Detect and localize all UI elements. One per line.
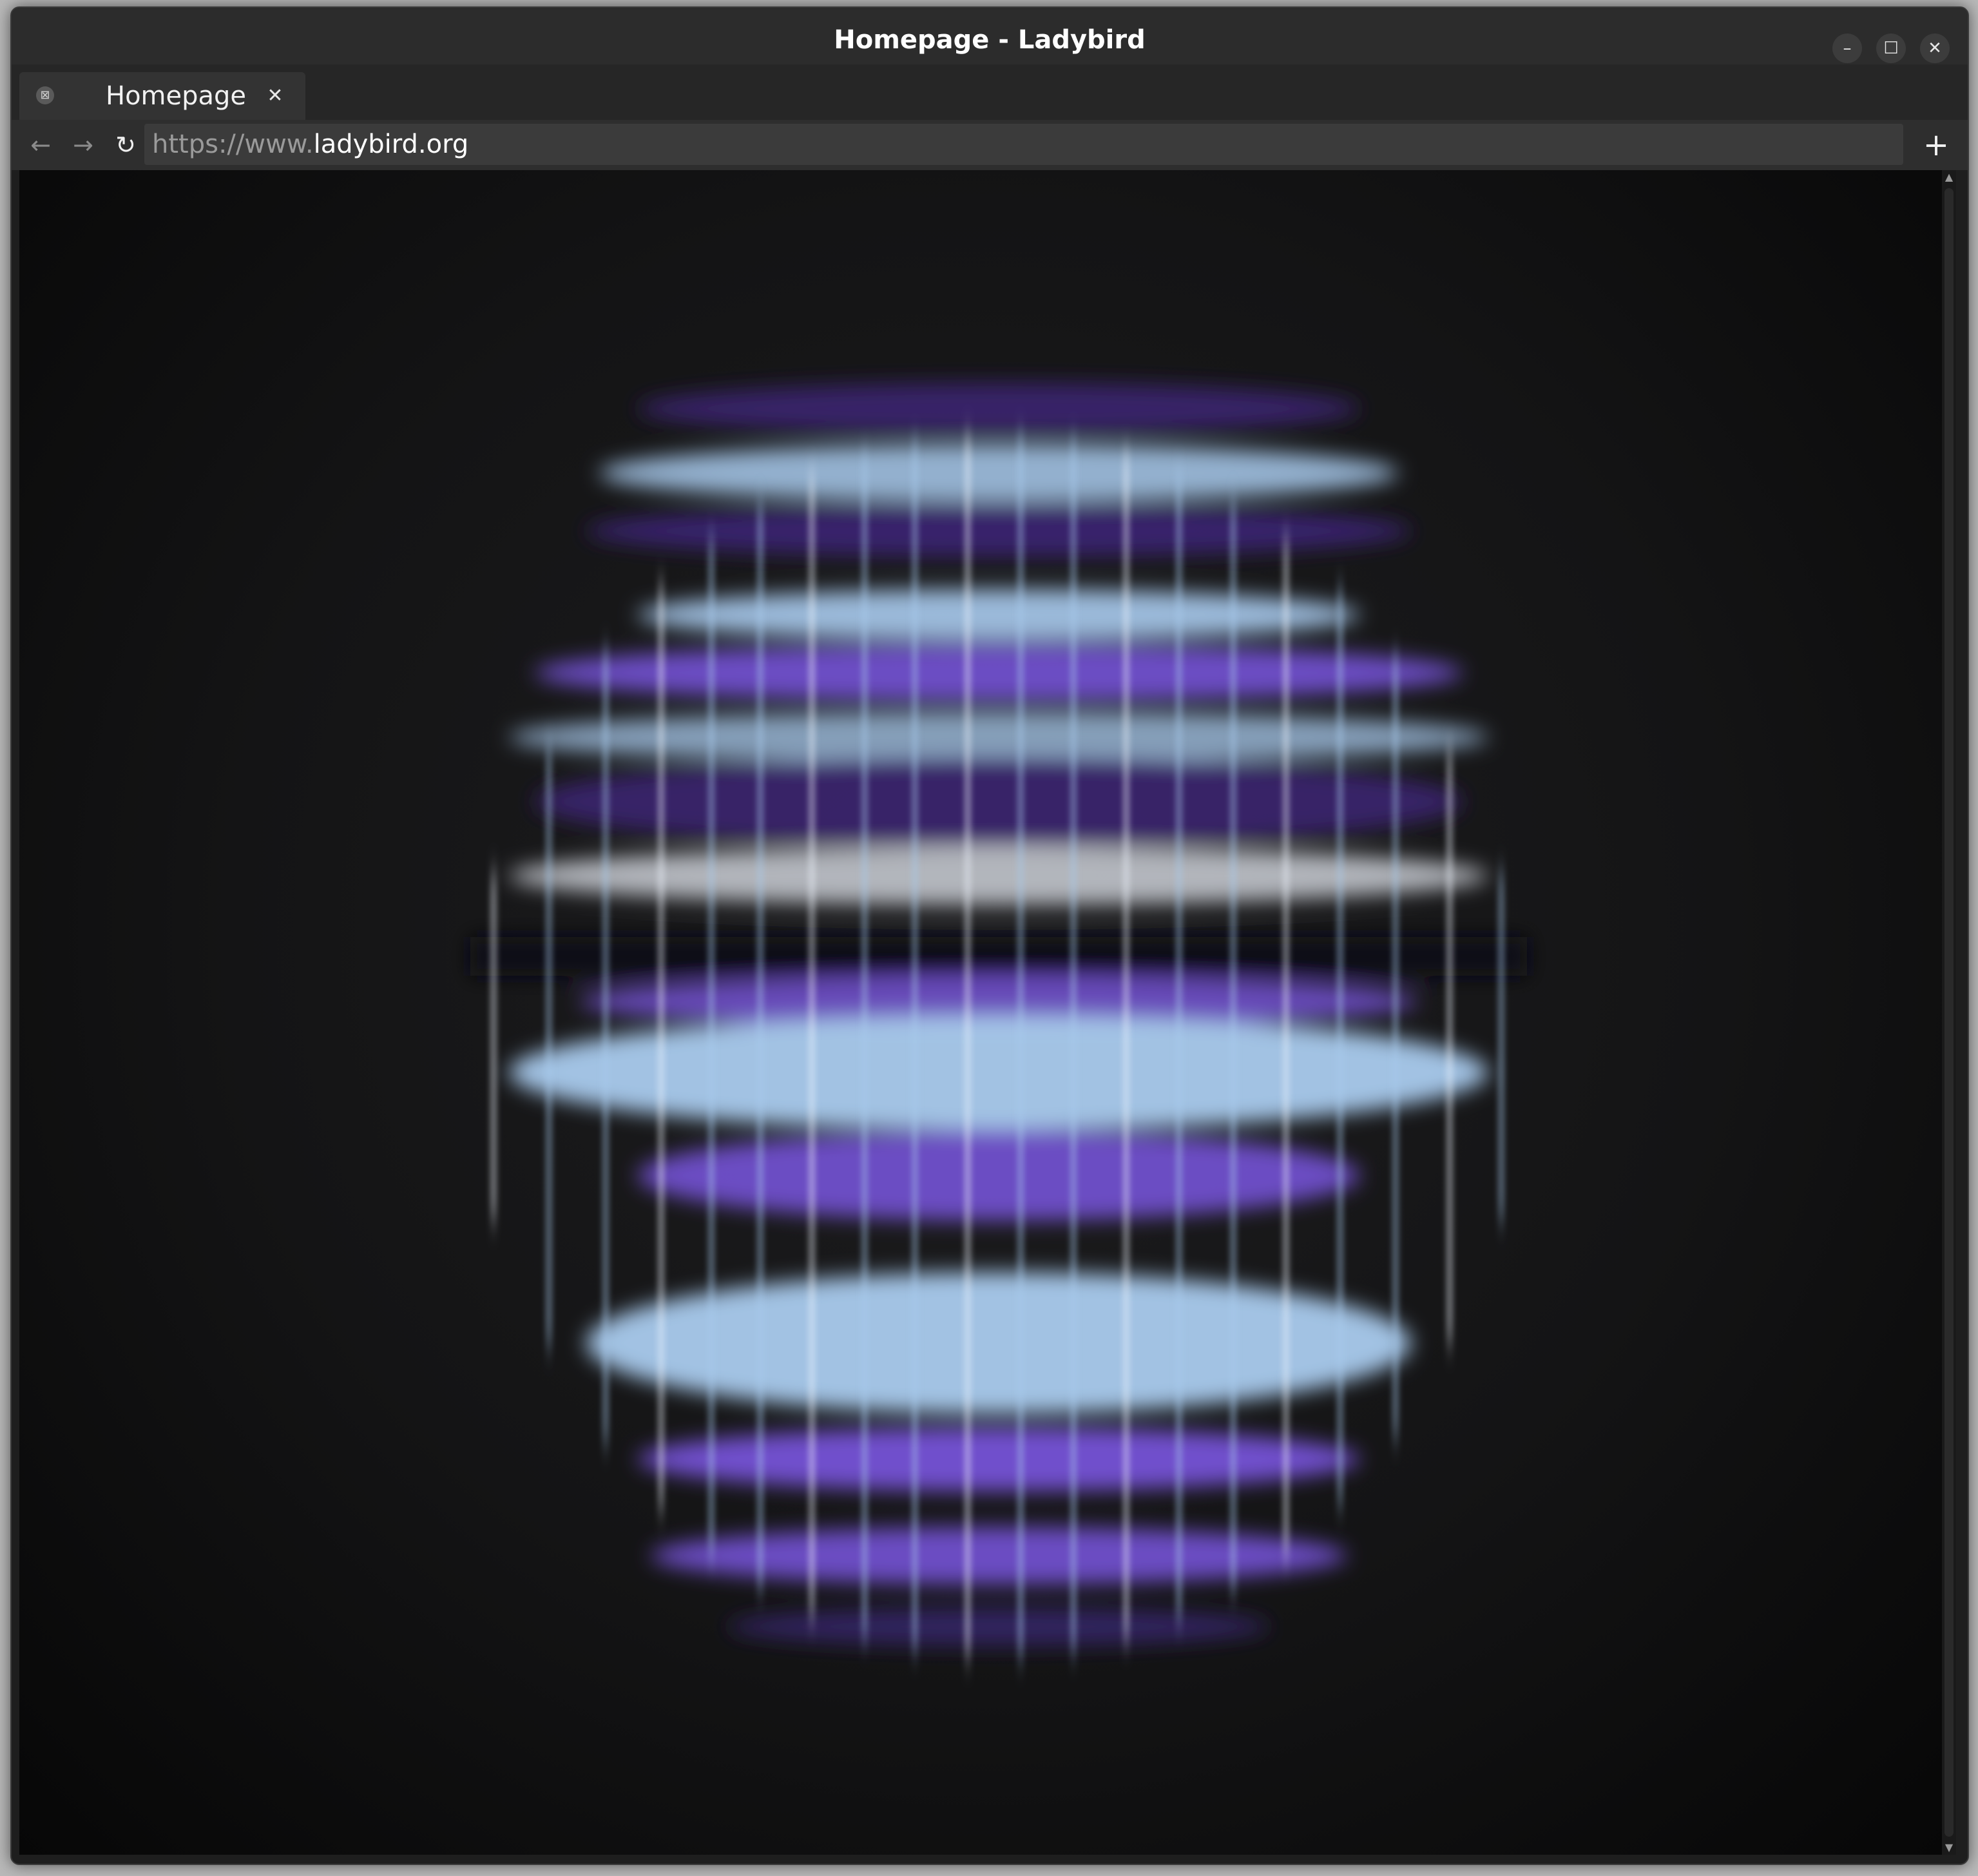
url-scheme: https://www.: [152, 130, 314, 159]
sphere-band-10: [638, 1130, 1359, 1221]
sphere-strip-6: [808, 476, 816, 1618]
sphere-strip-8: [911, 442, 919, 1651]
reload-icon[interactable]: ↻: [108, 128, 143, 162]
sphere-strip-15: [1282, 538, 1290, 1555]
plus-icon[interactable]: +: [1917, 126, 1955, 164]
sphere-strip-3: [657, 584, 665, 1509]
sphere-strip-0: [490, 873, 497, 1220]
tab-close-icon[interactable]: ✕: [259, 80, 291, 112]
title-bar[interactable]: Homepage - Ladybird – ☐ ✕: [12, 8, 1968, 64]
sphere-band-12: [638, 1427, 1359, 1491]
scroll-down-icon[interactable]: ▼: [1943, 1841, 1955, 1855]
sphere-band-0: [638, 383, 1359, 434]
url-input[interactable]: https://www.ladybird.org: [144, 124, 1903, 165]
sphere-strip-9: [964, 435, 972, 1658]
tab-bar: ⊠ Homepage ✕: [12, 64, 1968, 121]
sphere-strip-2: [602, 650, 610, 1443]
browser-window: Homepage - Ladybird – ☐ ✕ ⊠ Homepage ✕ ←…: [10, 6, 1969, 1865]
sphere-band-13: [651, 1527, 1347, 1585]
sphere-strip-17: [1392, 655, 1399, 1438]
sphere-strip-5: [756, 503, 764, 1590]
minimize-icon[interactable]: –: [1832, 34, 1862, 63]
tab-label: Homepage: [106, 81, 247, 111]
close-icon[interactable]: ✕: [1920, 34, 1950, 63]
url-domain: ladybird.org: [313, 130, 469, 159]
sphere-gap: [470, 937, 1527, 976]
sphere-strip-14: [1229, 501, 1237, 1592]
sphere-band-4: [535, 644, 1463, 702]
sphere-band-6: [535, 757, 1463, 847]
sphere-band-1: [599, 444, 1398, 502]
sphere-strip-13: [1175, 473, 1183, 1620]
sphere-strip-1: [545, 747, 553, 1346]
scrollbar-thumb[interactable]: [1944, 188, 1954, 1837]
striped-sphere-artwork: [470, 383, 1527, 1659]
page-favicon-icon: ⊠: [36, 86, 54, 104]
arrow-left-icon[interactable]: ←: [23, 128, 58, 162]
arrow-right-icon[interactable]: →: [66, 128, 101, 162]
navigation-toolbar: ← → ↻ https://www.ladybird.org +: [12, 120, 1968, 170]
window-title: Homepage - Ladybird: [834, 25, 1146, 55]
sphere-strip-11: [1070, 441, 1077, 1652]
maximize-icon[interactable]: ☐: [1876, 34, 1906, 63]
tab-homepage[interactable]: ⊠ Homepage ✕: [19, 72, 305, 120]
sphere-strip-7: [861, 455, 869, 1638]
page-viewport[interactable]: [19, 170, 1942, 1855]
vertical-scrollbar[interactable]: ▲ ▼: [1942, 170, 1956, 1855]
sphere-strip-19: [1497, 873, 1505, 1220]
sphere-strip-4: [707, 538, 715, 1555]
sphere-strip-16: [1336, 588, 1344, 1505]
sphere-strip-18: [1446, 750, 1454, 1343]
sphere-strip-10: [1017, 434, 1024, 1659]
sphere-strip-12: [1122, 453, 1130, 1640]
scroll-up-icon[interactable]: ▲: [1943, 170, 1955, 184]
sphere-band-3: [638, 589, 1359, 641]
